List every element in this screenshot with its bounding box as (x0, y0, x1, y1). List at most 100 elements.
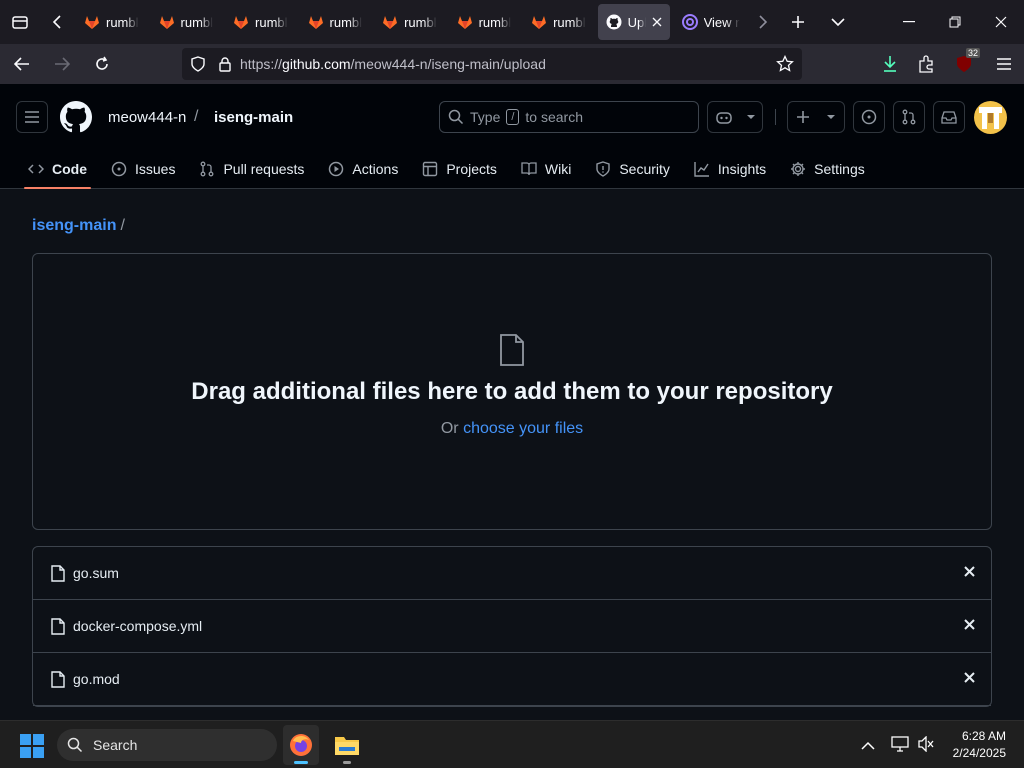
inbox-button[interactable] (933, 101, 965, 133)
extension-badge: 32 (965, 48, 980, 58)
minimize-button[interactable] (886, 0, 932, 44)
tab-projects[interactable]: Projects (410, 150, 509, 188)
your-pull-requests-button[interactable] (893, 101, 925, 133)
tab-security[interactable]: Security (583, 150, 682, 188)
bookmark-star-icon[interactable] (776, 55, 794, 73)
file-row: docker-compose.yml (33, 600, 991, 653)
back-button[interactable] (4, 48, 40, 80)
repo-tab-label: Wiki (544, 161, 572, 177)
uploaded-file-list: go.sum docker-compose.yml go.mod (32, 546, 992, 707)
repo-tab-label: Settings (814, 161, 865, 177)
tab-overview-icon[interactable] (0, 0, 40, 44)
search-icon (67, 737, 83, 753)
file-explorer-taskbar-icon[interactable] (329, 725, 365, 765)
remove-file-button[interactable] (964, 670, 975, 688)
gitlab-icon (382, 14, 398, 30)
remove-file-button[interactable] (964, 564, 975, 582)
your-issues-button[interactable] (853, 101, 885, 133)
browser-tab[interactable]: Upl (597, 4, 670, 40)
app-menu-icon[interactable] (986, 48, 1022, 80)
taskbar-search[interactable]: Search (57, 729, 277, 761)
browser-tab[interactable]: rumbl (449, 4, 520, 40)
browser-tab[interactable]: rumbl (76, 4, 147, 40)
network-icon[interactable] (891, 736, 909, 757)
close-tab-icon[interactable] (652, 17, 662, 27)
copilot-icon (715, 109, 733, 125)
create-new-button[interactable] (787, 101, 845, 133)
hamburger-menu-button[interactable] (16, 101, 48, 133)
plus-icon (796, 110, 810, 124)
reload-button[interactable] (84, 48, 120, 80)
browser-tab[interactable]: rumbl (300, 4, 371, 40)
tor-icon (681, 14, 698, 30)
downloads-icon[interactable] (872, 48, 908, 80)
github-logo-icon[interactable] (60, 101, 92, 138)
system-clock[interactable]: 6:28 AM 2/24/2025 (953, 728, 1006, 762)
pull-request-icon (199, 161, 215, 177)
close-window-button[interactable] (978, 0, 1024, 44)
tab-actions[interactable]: Actions (316, 150, 410, 188)
windows-start-icon[interactable] (20, 734, 44, 763)
search-icon (448, 109, 464, 125)
tracking-shield-icon[interactable] (190, 56, 206, 72)
remove-file-button[interactable] (964, 617, 975, 635)
repo-tab-label: Issues (135, 161, 176, 177)
choose-files-link[interactable]: choose your files (463, 420, 583, 437)
tabs-scroll-right-icon[interactable] (748, 0, 778, 44)
tab-pull-requests[interactable]: Pull requests (187, 150, 316, 188)
repo-nav: Code Issues Pull requests Actions Projects Wi… (16, 150, 877, 189)
show-hidden-icons-chevron-icon[interactable] (861, 738, 875, 756)
ublock-extension-icon[interactable]: 32 (946, 48, 982, 80)
tab-settings[interactable]: Settings (778, 150, 877, 188)
search-input[interactable]: Type / to search (439, 101, 699, 133)
browser-tab-label: rumbl (255, 14, 288, 30)
dropzone-title: Drag additional files here to add them t… (191, 378, 833, 405)
tab-issues[interactable]: Issues (99, 150, 187, 188)
breadcrumb-separator: / (120, 217, 125, 234)
browser-tab-strip: rumbl rumbl rumbl rumbl rumbl rumbl rumbl Upl Vi… (0, 0, 1024, 44)
browser-tab[interactable]: rumbl (374, 4, 445, 40)
search-placeholder-suffix: to search (525, 109, 584, 125)
browser-tab-label: rumbl (553, 14, 586, 30)
browser-tab-label: rumbl (478, 14, 512, 30)
repo-owner-link[interactable]: meow444-n (108, 109, 186, 126)
file-icon (51, 617, 65, 635)
chevron-down-icon (746, 114, 756, 120)
tab-wiki[interactable]: Wiki (509, 150, 583, 188)
breadcrumb-repo-link[interactable]: iseng-main (32, 217, 116, 234)
repo-tab-label: Projects (446, 161, 497, 177)
browser-tab[interactable]: rumbl (151, 4, 222, 40)
tabs-scroll-left-icon[interactable] (40, 0, 76, 44)
github-header: meow444-n / iseng-main Type / to search (0, 84, 1024, 189)
header-divider (775, 109, 776, 125)
restore-button[interactable] (932, 0, 978, 44)
browser-tab[interactable]: View r (674, 4, 748, 40)
tab-code[interactable]: Code (16, 150, 99, 189)
repo-name-link[interactable]: iseng-main (214, 109, 293, 126)
list-all-tabs-button[interactable] (818, 0, 858, 44)
copilot-button[interactable] (707, 101, 763, 133)
search-placeholder-prefix: Type (470, 109, 501, 125)
tab-insights[interactable]: Insights (682, 150, 778, 188)
volume-muted-icon[interactable] (917, 735, 935, 757)
breadcrumb: iseng-main / (32, 217, 125, 235)
address-bar[interactable]: https://github.com/meow444-n/iseng-main/… (182, 48, 802, 80)
repo-tab-label: Insights (717, 161, 767, 177)
shield-icon (595, 161, 611, 177)
repo-tab-label: Pull requests (223, 161, 305, 177)
new-tab-button[interactable] (778, 0, 818, 44)
forward-button[interactable] (44, 48, 80, 80)
url-text[interactable]: https://github.com/meow444-n/iseng-main/… (240, 56, 546, 72)
file-icon (499, 334, 525, 371)
firefox-taskbar-icon[interactable] (283, 725, 319, 765)
browser-tab[interactable]: rumbl (523, 4, 594, 40)
upload-page: iseng-main / Drag additional files here t… (0, 189, 1024, 720)
gitlab-icon (159, 14, 175, 30)
lock-icon[interactable] (218, 56, 232, 72)
file-name: go.sum (73, 565, 119, 581)
avatar[interactable] (974, 101, 1007, 134)
file-dropzone[interactable]: Drag additional files here to add them t… (32, 253, 992, 530)
play-icon (328, 161, 344, 177)
extensions-icon[interactable] (908, 48, 944, 80)
browser-tab[interactable]: rumbl (225, 4, 296, 40)
